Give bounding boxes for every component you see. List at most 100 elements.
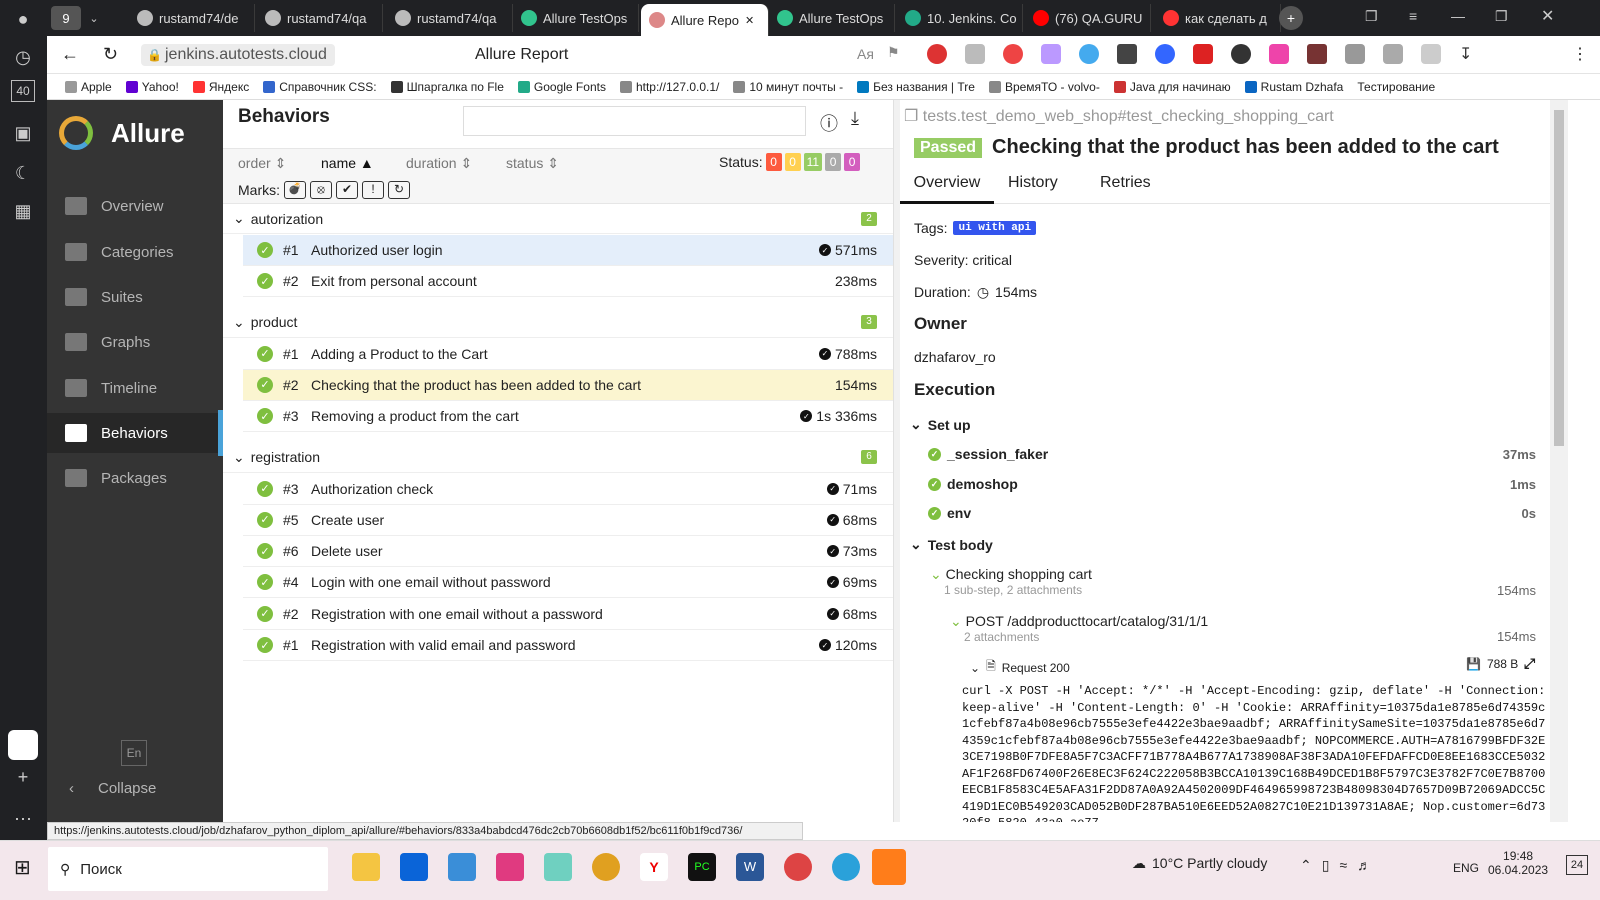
status-count-badge[interactable]: 0 [765,153,782,171]
tab-count-badge[interactable]: 9 [51,6,81,30]
language-button[interactable]: En [121,740,147,766]
network-icon[interactable]: ≈ [1339,857,1347,874]
chrome-app-icon[interactable] [592,853,620,881]
snapshot-icon[interactable]: ❐ [1365,8,1378,25]
app-icon[interactable] [448,853,476,881]
screenshot-icon[interactable]: ▣ [8,118,38,148]
bookmark-item[interactable]: Шпаргалка по Fle [390,80,504,94]
download-icon[interactable]: ↧ [1459,44,1479,64]
step-post-request[interactable]: ⌄ POST /addproducttocart/catalog/31/1/1 … [950,613,1208,644]
bookmark-item[interactable]: Java для начинаю [1113,80,1231,94]
test-row[interactable]: ✓ #2 Exit from personal account 238ms [243,266,893,298]
tab-3[interactable]: Allure TestOps [513,4,639,32]
nav-item-graphs[interactable]: Graphs [47,322,223,362]
tab-5[interactable]: Allure TestOps [769,4,895,32]
tab-7[interactable]: (76) QA.GURU [1025,4,1151,32]
speed-dial-badge[interactable]: 40 [11,80,35,102]
setup-toggle[interactable]: ⌄ Set up [910,416,971,433]
bookmark-item[interactable]: Yahoo! [125,80,179,94]
status-count-badge[interactable]: 11 [803,153,823,171]
nav-item-behaviors[interactable]: Behaviors [47,413,223,453]
explorer-app-icon[interactable] [352,853,380,881]
tab-8[interactable]: как сделать д [1155,4,1281,32]
group-product[interactable]: ⌄ product 3 [223,308,893,338]
test-row[interactable]: ✓ #1 Registration with valid email and pas… [243,630,893,661]
restore-icon[interactable]: ❐ [1495,8,1508,25]
tab-list-chevron-icon[interactable]: ⌄ [83,6,105,30]
nav-item-suites[interactable]: Suites [47,277,223,317]
tab-history[interactable]: History [1008,164,1058,204]
extension-icon[interactable] [1345,44,1365,64]
test-row[interactable]: ✓ #4 Login with one email without password… [243,567,893,599]
pycharm-app-icon[interactable]: PC [688,853,716,881]
more-vert-icon[interactable]: ⋮ [1572,44,1588,64]
new-broken-mark-icon[interactable]: ! [362,181,384,199]
yandex-app-icon[interactable]: Y [640,853,668,881]
extension-app-icon[interactable] [8,730,38,760]
sort-duration[interactable]: duration ⇕ [406,155,472,172]
bookmark-item[interactable]: Яндекс [192,80,249,94]
test-row[interactable]: ✓ #2 Checking that the product has been ad… [243,369,893,401]
extension-icon[interactable] [927,44,947,64]
mail-app-icon[interactable] [400,853,428,881]
sort-status[interactable]: status ⇕ [506,155,559,172]
moon-icon[interactable]: ☾ [8,158,38,188]
extension-icon[interactable] [1003,44,1023,64]
test-row[interactable]: ✓ #6 Delete user ✓ 73ms [243,536,893,568]
nav-item-overview[interactable]: Overview [47,186,223,226]
battery-icon[interactable]: ▯ [1322,857,1330,874]
close-tab-icon[interactable]: ✕ [745,14,754,27]
tab-overview[interactable]: Overview [900,164,994,204]
input-language[interactable]: ENG [1453,861,1479,875]
test-row[interactable]: ✓ #2 Registration with one email without a… [243,599,893,630]
reload-icon[interactable]: ↻ [103,44,118,65]
tab-2[interactable]: rustamd74/qa [387,4,513,32]
menu-icon[interactable]: ≡ [1409,8,1417,24]
sort-order[interactable]: order ⇕ [238,155,286,172]
extension-icon[interactable] [1041,44,1061,64]
history-icon[interactable]: ◷ [8,42,38,72]
scrollbar-thumb[interactable] [1554,110,1564,446]
test-row[interactable]: ✓ #3 Authorization check ✓ 71ms [243,474,893,505]
download-icon[interactable]: ⤓ [851,108,859,129]
new-tab-icon[interactable]: + [1279,6,1303,30]
test-body-toggle[interactable]: ⌄ Test body [910,536,993,553]
expand-icon[interactable]: ⤢ [1524,655,1535,672]
more-icon[interactable]: ⋯ [8,804,38,834]
pane-splitter[interactable] [893,100,900,822]
extension-icon[interactable] [1117,44,1137,64]
step-checking-shopping-cart[interactable]: ⌄ Checking shopping cart 1 sub-step, 2 a… [930,566,1550,597]
slack-app-icon[interactable] [544,853,572,881]
setup-step[interactable]: ✓ _session_faker [928,446,1048,462]
extension-icon[interactable] [1079,44,1099,64]
extension-icon[interactable] [1383,44,1403,64]
opera-app-icon[interactable] [872,849,906,885]
profile-icon[interactable]: ● [8,4,38,34]
bookmark-item[interactable]: Без названия | Tre [857,80,975,94]
test-row[interactable]: ✓ #1 Adding a Product to the Cart ✓ 788ms [243,339,893,370]
tag-badge[interactable]: ui with api [953,221,1037,235]
extension-icon[interactable] [1231,44,1251,64]
nav-item-timeline[interactable]: Timeline [47,368,223,408]
nav-item-packages[interactable]: Packages [47,458,223,498]
bookmark-item[interactable]: ВремяТО - volvo- [988,80,1100,94]
tab-6[interactable]: 10. Jenkins. Co [897,4,1023,32]
status-count-badge[interactable]: 0 [825,153,842,171]
info-icon[interactable]: ⓘ [820,110,838,136]
scrollbar[interactable] [1550,100,1568,822]
setup-step[interactable]: ✓ env [928,505,971,521]
sort-name[interactable]: name ▲ [321,155,374,171]
notifications-icon[interactable]: 24 [1566,855,1588,875]
bookmark-item[interactable]: http://127.0.0.1/ [619,80,719,94]
tab-retries[interactable]: Retries [1100,164,1151,204]
clock[interactable]: 19:48 06.04.2023 [1488,849,1548,877]
windows-start-icon[interactable]: ⊞ [14,855,31,880]
new-passed-mark-icon[interactable]: ✔ [336,181,358,199]
url-field[interactable]: 🔒 jenkins.autotests.cloud [141,44,335,66]
close-window-icon[interactable]: ✕ [1541,6,1554,26]
flaky-mark-icon[interactable]: 💣 [284,181,306,199]
minimize-icon[interactable]: — [1451,8,1465,24]
apps-grid-icon[interactable]: ▦ [8,196,38,226]
extension-icon[interactable] [965,44,985,64]
word-app-icon[interactable]: W [736,853,764,881]
